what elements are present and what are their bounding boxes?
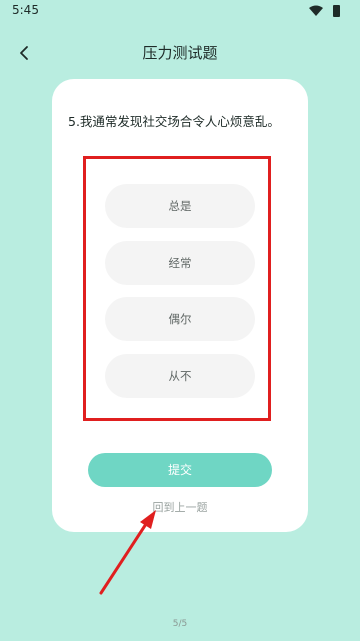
battery-icon (333, 5, 340, 17)
status-time: 5:45 (12, 3, 39, 17)
submit-button[interactable]: 提交 (88, 453, 272, 487)
option-always[interactable]: 总是 (105, 184, 255, 228)
option-never[interactable]: 从不 (105, 354, 255, 398)
status-icons (309, 5, 340, 17)
page-title: 压力测试题 (142, 44, 218, 62)
question-text: 5.我通常发现社交场合令人心烦意乱。 (68, 114, 280, 129)
option-often[interactable]: 经常 (105, 241, 255, 285)
page-indicator: 5/5 (172, 619, 188, 629)
option-sometimes[interactable]: 偶尔 (105, 297, 255, 341)
previous-question-link[interactable]: 回到上一题 (0, 499, 360, 515)
status-bar: 5:45 (0, 0, 360, 22)
wifi-icon (309, 5, 323, 16)
